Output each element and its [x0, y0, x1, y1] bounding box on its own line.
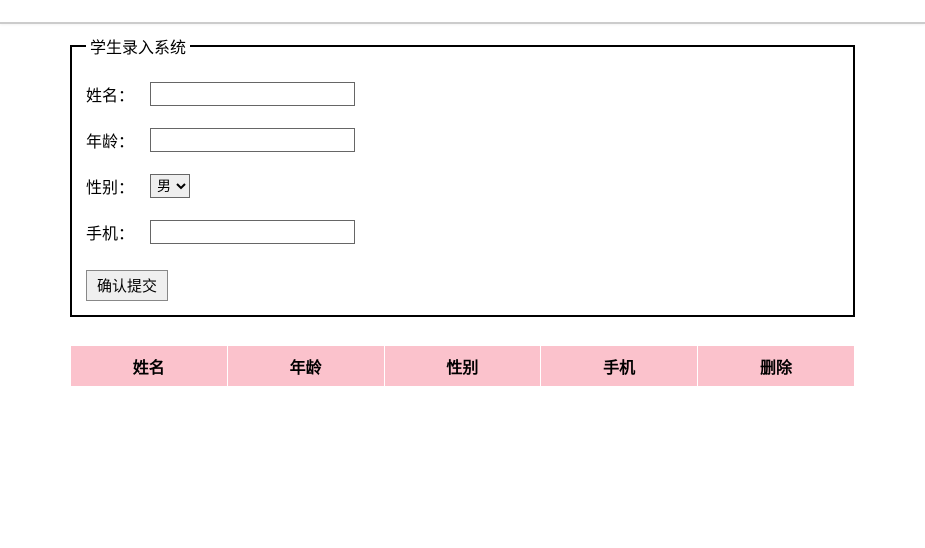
main-container: 学生录入系统 姓名： 年龄： 性别： 男 手机： 确认提交 姓名 年龄 性别	[0, 24, 925, 387]
header-gender: 性别	[384, 346, 541, 387]
student-entry-form: 学生录入系统 姓名： 年龄： 性别： 男 手机： 确认提交	[70, 34, 855, 317]
name-row: 姓名：	[86, 82, 839, 106]
name-input[interactable]	[150, 82, 355, 106]
gender-select[interactable]: 男	[150, 174, 190, 198]
age-input[interactable]	[150, 128, 355, 152]
gender-label: 性别：	[86, 174, 150, 198]
form-legend: 学生录入系统	[86, 34, 190, 58]
age-row: 年龄：	[86, 128, 839, 152]
header-age: 年龄	[227, 346, 384, 387]
phone-input[interactable]	[150, 220, 355, 244]
table-head: 姓名 年龄 性别 手机 删除	[71, 346, 855, 387]
top-bar	[0, 0, 925, 24]
header-phone: 手机	[541, 346, 698, 387]
header-delete: 删除	[698, 346, 855, 387]
submit-button[interactable]: 确认提交	[86, 270, 168, 301]
age-label: 年龄：	[86, 128, 150, 152]
header-name: 姓名	[71, 346, 228, 387]
gender-row: 性别： 男	[86, 174, 839, 198]
table-header-row: 姓名 年龄 性别 手机 删除	[71, 346, 855, 387]
student-table: 姓名 年龄 性别 手机 删除	[70, 345, 855, 387]
phone-row: 手机：	[86, 220, 839, 244]
name-label: 姓名：	[86, 82, 150, 106]
phone-label: 手机：	[86, 220, 150, 244]
